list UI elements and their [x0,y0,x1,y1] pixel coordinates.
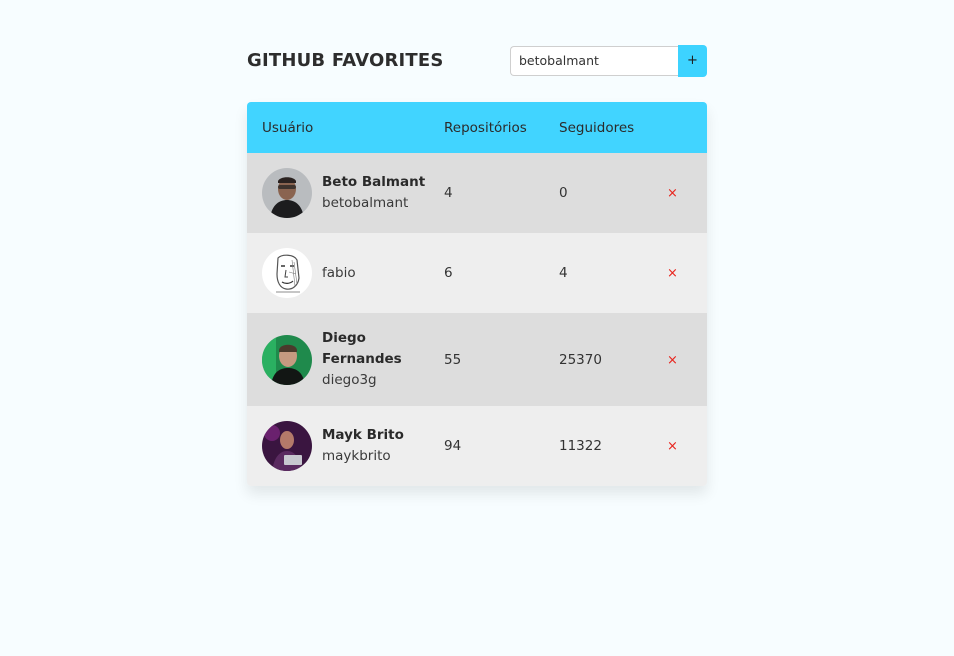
repositories-count: 4 [444,185,453,201]
sketch-portrait-icon [262,248,312,298]
search-form: + [510,44,707,77]
user-cell: Diego Fernandes diego3g [247,328,444,391]
column-header-user: Usuário [262,119,314,136]
action-cell: × [667,185,707,201]
avatar [262,421,312,471]
user-login: maykbrito [322,448,391,464]
favorites-table: Usuário Repositórios Seguidores Beto Bal… [247,102,707,486]
user-cell: Beto Balmant betobalmant [247,168,444,218]
column-header-repositories: Repositórios [444,119,527,136]
remove-button[interactable]: × [667,439,678,454]
remove-button[interactable]: × [667,353,678,368]
table-row: Beto Balmant betobalmant 4 0 × [247,153,707,233]
user-login: fabio [322,264,356,281]
action-cell: × [667,265,707,281]
app-container: GITHUB FAVORITES + Usuário Repositórios … [247,44,707,486]
user-cell: fabio [247,248,444,298]
action-cell: × [667,352,707,368]
add-favorite-button[interactable]: + [678,44,707,77]
table-row: Mayk Brito maykbrito 94 11322 × [247,406,707,486]
user-name: Mayk Brito [322,427,404,443]
user-name: Diego Fernandes [322,330,402,367]
avatar [262,334,312,385]
followers-count: 11322 [559,438,602,454]
user-info: Diego Fernandes diego3g [322,328,432,391]
user-info: Beto Balmant betobalmant [322,172,425,214]
repositories-count: 94 [444,438,462,454]
person-photo-icon [262,421,312,471]
user-info: Mayk Brito maykbrito [322,425,404,467]
user-cell: Mayk Brito maykbrito [247,421,444,471]
avatar [262,248,312,298]
person-photo-icon [262,168,312,218]
remove-button[interactable]: × [667,266,678,281]
table-row: fabio 6 4 × [247,233,707,313]
followers-count: 0 [559,185,568,201]
page-title: GITHUB FAVORITES [247,50,444,71]
person-photo-icon [262,334,312,385]
followers-count: 4 [559,265,568,281]
avatar [262,168,312,218]
user-name: Beto Balmant [322,174,426,190]
table-row: Diego Fernandes diego3g 55 25370 × [247,313,707,406]
column-header-followers: Seguidores [559,119,635,136]
repositories-count: 6 [444,265,453,281]
username-input[interactable] [510,45,678,76]
followers-count: 25370 [559,351,602,368]
user-info: fabio [322,263,356,284]
user-login: betobalmant [322,195,409,211]
header: GITHUB FAVORITES + [247,44,707,77]
table-header: Usuário Repositórios Seguidores [247,102,707,153]
user-login: diego3g [322,372,377,388]
remove-button[interactable]: × [667,186,678,201]
action-cell: × [667,438,707,454]
repositories-count: 55 [444,351,462,368]
